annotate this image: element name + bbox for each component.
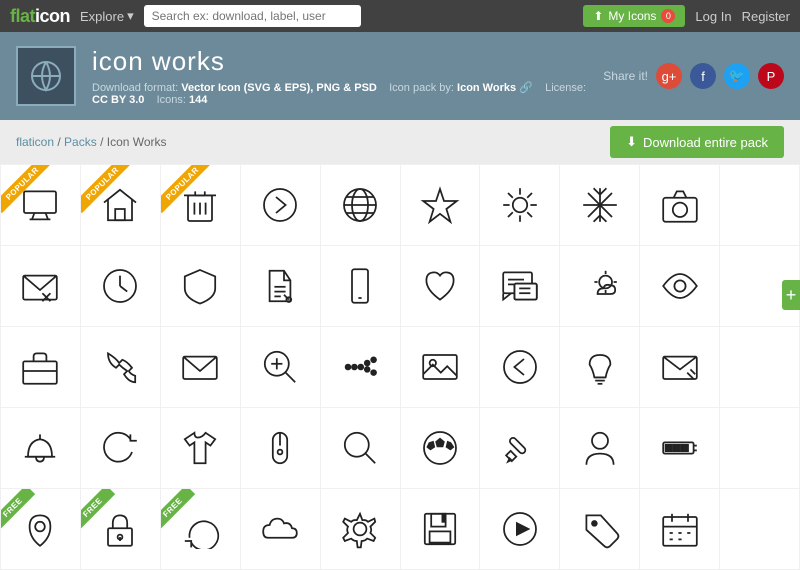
icon-cell-trash[interactable]: popular [161,165,240,245]
pack-header: icon works Download format: Vector Icon … [0,32,800,120]
icon-cell-calendar[interactable] [640,489,719,569]
icons-grid: popularpopularpopularfreefreefree [0,164,800,570]
login-button[interactable]: Log In [695,9,731,24]
icon-cell-spacer [720,408,799,488]
logo[interactable]: flaticon [10,6,70,27]
icon-cell-location[interactable]: free [1,489,80,569]
icon-cell-chevron-left[interactable] [480,327,559,407]
download-icon: ⬇ [626,134,637,150]
google-plus-share-button[interactable]: g+ [656,63,682,89]
breadcrumb: flaticon / Packs / Icon Works [16,135,167,149]
pack-info: icon works Download format: Vector Icon … [92,46,587,106]
icon-cell-eye[interactable] [640,246,719,326]
icon-cell-magnify[interactable] [321,408,400,488]
icon-cell-clock[interactable] [81,246,160,326]
icon-cell-image[interactable] [401,327,480,407]
icon-cell-briefcase[interactable] [1,327,80,407]
twitter-share-button[interactable]: 🐦 [724,63,750,89]
icon-cell-chat[interactable] [480,246,559,326]
my-icons-button[interactable]: ⬆ My Icons 0 [583,5,685,27]
top-navigation: flaticon Explore ▾ ⬆ My Icons 0 Log In R… [0,0,800,32]
pack-meta: Download format: Vector Icon (SVG & EPS)… [92,81,587,106]
icon-cell-sun[interactable] [480,165,559,245]
breadcrumb-current: Icon Works [107,135,167,149]
icon-cell-pencil[interactable] [480,408,559,488]
icon-cell-mouse[interactable] [241,408,320,488]
icon-cell-soccer[interactable] [401,408,480,488]
icon-cell-snowflake[interactable] [560,165,639,245]
icon-cell-spacer [720,327,799,407]
icon-cell-battery[interactable] [640,408,719,488]
icon-cell-user[interactable] [560,408,639,488]
icon-cell-play[interactable] [480,489,559,569]
icon-cell-refresh2[interactable]: free [161,489,240,569]
icon-cell-spacer [720,489,799,569]
pack-title: icon works [92,46,587,77]
icon-cell-gear[interactable] [321,489,400,569]
icon-cell-star[interactable] [401,165,480,245]
share-area: Share it! g+ f 🐦 P [603,63,784,89]
breadcrumb-packs[interactable]: Packs [64,135,97,149]
upload-icon: ⬆ [593,9,603,23]
register-button[interactable]: Register [742,9,790,24]
icon-cell-tag[interactable] [560,489,639,569]
search-input[interactable] [144,5,362,27]
icon-cell-doc-edit[interactable] [241,246,320,326]
pinterest-share-button[interactable]: P [758,63,784,89]
icon-cell-monitor[interactable]: popular [1,165,80,245]
icon-cell-cloud-sun[interactable] [560,246,639,326]
icon-cell-mail-edit[interactable] [640,327,719,407]
icon-cell-bell[interactable] [1,408,80,488]
icon-cell-bulb[interactable] [560,327,639,407]
icon-cell-mail-x[interactable] [1,246,80,326]
icon-cell-spacer [720,165,799,245]
icon-cell-lock[interactable]: free [81,489,160,569]
icon-cell-globe[interactable] [321,165,400,245]
chevron-down-icon: ▾ [127,8,134,24]
breadcrumb-bar: flaticon / Packs / Icon Works ⬇ Download… [0,120,800,164]
explore-button[interactable]: Explore ▾ [80,8,134,24]
icon-cell-heart[interactable] [401,246,480,326]
breadcrumb-flaticon[interactable]: flaticon [16,135,54,149]
icon-cell-shield[interactable] [161,246,240,326]
icon-cell-refresh[interactable] [81,408,160,488]
icon-cell-envelope[interactable] [161,327,240,407]
icon-cell-floppy[interactable] [401,489,480,569]
pack-logo [16,46,76,106]
facebook-share-button[interactable]: f [690,63,716,89]
icon-cell-cloud[interactable] [241,489,320,569]
icon-cell-chevron-right[interactable] [241,165,320,245]
icon-cell-shirt[interactable] [161,408,240,488]
icon-cell-dots[interactable] [321,327,400,407]
icon-cell-home[interactable]: popular [81,165,160,245]
side-add-button[interactable]: + [782,280,800,310]
icon-cell-phone[interactable] [321,246,400,326]
icon-cell-telephone[interactable] [81,327,160,407]
download-pack-button[interactable]: ⬇ Download entire pack [610,126,784,158]
my-icons-badge: 0 [661,9,675,23]
icon-cell-search-plus[interactable] [241,327,320,407]
logo-flat: flat [10,6,35,26]
icon-cell-camera[interactable] [640,165,719,245]
